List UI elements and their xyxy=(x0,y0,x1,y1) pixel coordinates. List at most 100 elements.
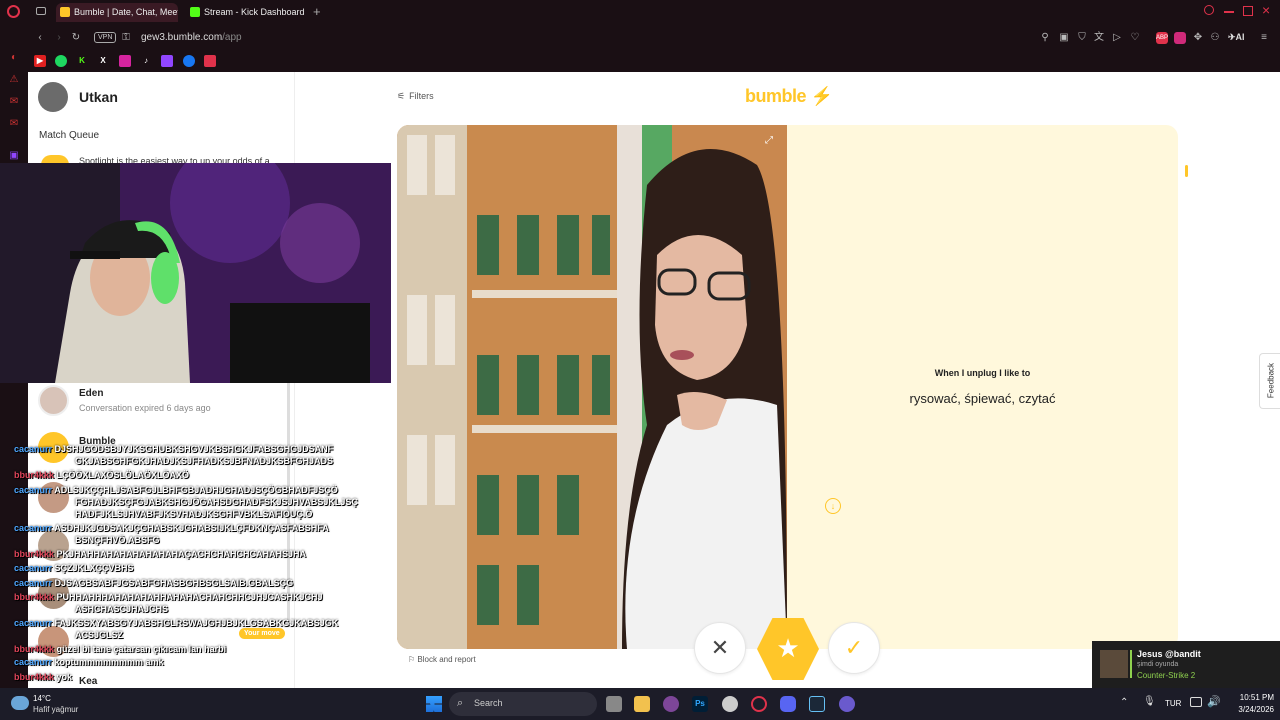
flow-icon[interactable]: ⚠ xyxy=(8,74,20,86)
opera-logo-icon[interactable] xyxy=(7,5,20,18)
steam-notification[interactable]: Jesus @bandit şimdi oyunda Counter-Strik… xyxy=(1092,641,1280,688)
expand-icon[interactable]: ⤢ xyxy=(765,135,773,146)
chat-text: güzel bi tane çatarsan çıkıcam lan harbi xyxy=(56,644,227,654)
tray-chevron-icon[interactable]: ⌃ xyxy=(1120,697,1128,708)
conversation-avatar-eden[interactable] xyxy=(38,385,69,416)
opera-icon[interactable] xyxy=(751,696,767,712)
translate-icon[interactable]: 文 xyxy=(1093,32,1105,44)
like-button[interactable]: ✓ xyxy=(828,622,880,674)
tab-bumble-label: Bumble | Date, Chat, Meet xyxy=(74,7,178,17)
task-view-icon[interactable] xyxy=(606,696,622,712)
search-tabs-icon[interactable] xyxy=(1204,5,1214,15)
forward-icon[interactable]: › xyxy=(53,32,65,44)
file-explorer-icon[interactable] xyxy=(634,696,650,712)
chat-text: FAJKSSXYABSGYJABSHGLRSWAJGHJBJKLGSABKGJK… xyxy=(54,618,339,628)
minimize-icon[interactable] xyxy=(1224,11,1234,13)
chat-text: yok xyxy=(56,672,73,682)
clock-time[interactable]: 10:51 PM xyxy=(1230,693,1274,702)
messenger-side-icon[interactable]: ✉ xyxy=(8,96,20,108)
language-indicator[interactable]: TUR xyxy=(1165,699,1181,708)
puzzle-icon[interactable]: ✥ xyxy=(1192,32,1204,44)
scroll-down-icon[interactable]: ↓ xyxy=(825,498,841,514)
filters-button[interactable]: ⚟ Filters xyxy=(397,91,434,102)
vpn-badge[interactable]: VPN xyxy=(94,32,117,43)
chat-message: cacanurr DJSAGBSABFJGSABFGHASBGHBSGLSAIB… xyxy=(14,578,293,588)
weather-icon[interactable] xyxy=(11,696,29,710)
bumble-logo[interactable]: bumble ⚡ xyxy=(745,86,833,107)
tab-bumble[interactable]: Bumble | Date, Chat, Meet xyxy=(56,3,178,22)
shield-icon[interactable]: ⛉ xyxy=(1076,32,1088,44)
online-bar xyxy=(1130,650,1132,678)
chat-message: bbur4kkk yok xyxy=(14,672,72,682)
chat-message: cacanurr SÇZJKLXÇÇVBHS xyxy=(14,563,134,573)
tiktok-icon[interactable]: ♪ xyxy=(140,55,152,67)
maximize-icon[interactable] xyxy=(1243,6,1253,16)
bumble-favicon-icon xyxy=(60,7,70,17)
mail-side-icon[interactable]: ✉ xyxy=(8,118,20,130)
url-field[interactable]: gew3.bumble.com/app xyxy=(141,32,242,43)
app-icon[interactable] xyxy=(839,696,855,712)
spotify-icon[interactable] xyxy=(55,55,67,67)
webcam-overlay xyxy=(0,163,391,383)
chat-user: bbur4kkk xyxy=(14,672,55,682)
heart-icon[interactable]: ♡ xyxy=(1129,32,1141,44)
chat-message: cacanurr ASDHJKJGDSAKJÇGHABSKJGHABSIJKLÇ… xyxy=(14,523,329,533)
pass-button[interactable]: ✕ xyxy=(694,622,746,674)
adblock-icon[interactable]: ABP xyxy=(1156,32,1168,44)
menu-icon[interactable]: ≡ xyxy=(1258,32,1270,44)
user-avatar[interactable] xyxy=(38,82,68,112)
tor-icon[interactable] xyxy=(663,696,679,712)
network-icon[interactable] xyxy=(1190,697,1202,707)
chat-message: HADFJKLSJHVABFJKSVHADJKSGHFVBKLSAFIOUÇ.Ö xyxy=(75,509,312,519)
match-queue-heading: Match Queue xyxy=(39,130,100,141)
ai-button[interactable]: ✈AI xyxy=(1228,32,1245,43)
youtube-icon[interactable]: ▶ xyxy=(34,55,46,67)
photoshop-icon[interactable]: Ps xyxy=(692,696,708,712)
feedback-label: Feedback xyxy=(1266,362,1276,399)
back-icon[interactable]: ‹ xyxy=(34,32,46,44)
workspaces-icon[interactable] xyxy=(36,7,46,15)
weather-temp[interactable]: 14°C xyxy=(33,694,51,703)
snapshot-icon[interactable]: ▣ xyxy=(1058,32,1070,44)
chat-text: HADFJKLSJHVABFJKSVHADJKSGHFVBKLSAFIOUÇ.Ö xyxy=(75,509,313,519)
downloads-icon[interactable]: ▷ xyxy=(1111,32,1123,44)
clock-date[interactable]: 3/24/2026 xyxy=(1226,705,1274,714)
twitch-icon[interactable] xyxy=(161,55,173,67)
conversation-name-eden[interactable]: Eden xyxy=(79,388,103,399)
chat-message: FGHADJKSÇFGJABKSHGJÖGAHSDGHADFSKJSJHVABS… xyxy=(75,497,358,507)
messenger-icon[interactable] xyxy=(183,55,195,67)
notification-game: Counter-Strike 2 xyxy=(1137,671,1196,680)
new-tab-icon[interactable]: + xyxy=(313,4,321,19)
discord-icon[interactable] xyxy=(780,696,796,712)
lock-icon[interactable]: ⚿ xyxy=(120,32,132,44)
profile-icon[interactable]: ⚇ xyxy=(1209,32,1221,44)
pin-icon[interactable]: ⚲ xyxy=(1039,32,1051,44)
steam-icon[interactable] xyxy=(809,696,825,712)
search-box[interactable]: ⌕ Search xyxy=(449,692,597,716)
chat-message: bbur4kkk LÇÖÖXLAXÖSLÖLAÖXLÖAXÖ xyxy=(14,470,189,480)
feedback-tab[interactable]: Feedback xyxy=(1259,353,1280,409)
x-icon[interactable]: X xyxy=(97,55,109,67)
kick-icon[interactable]: K xyxy=(76,55,88,67)
mic-icon[interactable]: 🎙 xyxy=(1143,696,1156,707)
volume-icon[interactable]: 🔊 xyxy=(1207,695,1221,708)
address-bar: ‹ › ↻ VPN ⚿ gew3.bumble.com/app ⚲ ▣ ⛉ 文 … xyxy=(0,24,1280,51)
card-scroll-indicator[interactable] xyxy=(1185,165,1188,177)
extension-icon[interactable] xyxy=(1174,32,1186,44)
tab-kick[interactable]: Stream - Kick Dashboard xyxy=(186,3,308,22)
chat-user: cacanurr xyxy=(14,578,53,588)
profile-photo[interactable]: ⤢ xyxy=(397,125,787,649)
close-icon[interactable]: × xyxy=(1262,2,1270,18)
gift-icon[interactable] xyxy=(204,55,216,67)
user-name[interactable]: Utkan xyxy=(79,89,118,105)
chat-text: PUHHAHHHAHAHAHAHHAHAHACHAHCHHCJHJCASHKJC… xyxy=(56,592,323,602)
twitch-side-icon[interactable]: ▣ xyxy=(8,150,20,162)
reload-icon[interactable]: ↻ xyxy=(70,32,82,44)
chrome-icon[interactable] xyxy=(722,696,738,712)
block-report-link[interactable]: ⚐ Block and report xyxy=(408,655,476,664)
start-icon[interactable] xyxy=(426,696,442,712)
chat-text: GKJABSGHFGKJHADJKSJFHADKSJBFNADJKSBFGHJA… xyxy=(75,456,334,466)
instagram-icon[interactable] xyxy=(119,55,131,67)
aria-icon[interactable]: ◐ xyxy=(8,52,20,64)
search-label: Search xyxy=(474,698,503,708)
